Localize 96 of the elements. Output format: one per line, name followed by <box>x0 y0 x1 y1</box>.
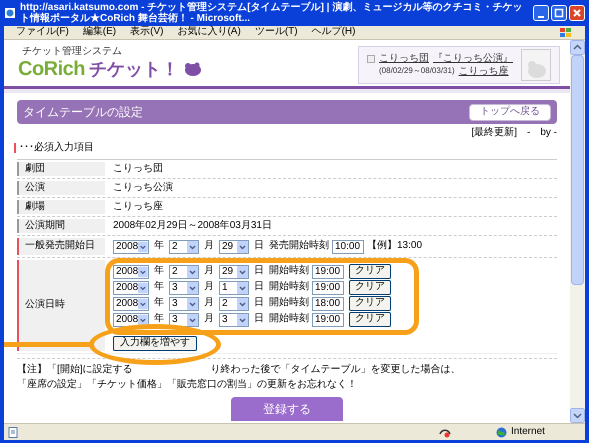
time-label: 開始時刻 <box>269 297 309 310</box>
year-select[interactable]: 2008 <box>113 296 149 310</box>
menu-item[interactable]: 編集(E) <box>82 26 116 39</box>
month-select[interactable]: 3 <box>169 296 199 310</box>
field-value: こりっち座 <box>112 200 164 214</box>
add-fields-button[interactable]: 入力欄を増やす <box>113 336 197 351</box>
time-input[interactable]: 19:00 <box>312 280 344 294</box>
unit-label: 月 <box>204 297 214 310</box>
clear-button[interactable]: クリア <box>349 296 391 311</box>
clear-button[interactable]: クリア <box>349 280 391 295</box>
venue-link[interactable]: こりっち座 <box>458 66 509 76</box>
month-select[interactable]: 2 <box>169 240 199 254</box>
field-value: こりっち公演 <box>112 180 174 195</box>
required-legend: ･･･必須入力項目 <box>19 142 94 154</box>
unit-label: 月 <box>204 240 214 253</box>
period-text: (08/02/29～08/03/31) <box>379 66 455 76</box>
maximize-button[interactable] <box>551 5 567 21</box>
year-select[interactable]: 2008 <box>113 264 149 278</box>
day-select[interactable]: 2 <box>219 296 249 310</box>
menu-item[interactable]: ツール(T) <box>254 26 298 39</box>
month-select[interactable]: 3 <box>169 312 199 326</box>
time-input[interactable]: 19:00 <box>312 312 344 326</box>
unit-label: 日 <box>254 240 264 253</box>
field-value: 2008年02月29日～2008年03月31日 <box>112 218 273 233</box>
last-updated-text: [最終更新] - by - <box>471 127 557 140</box>
field-label: 公演期間 <box>17 219 105 233</box>
time-input[interactable]: 10:00 <box>332 240 364 254</box>
time-label: 開始時刻 <box>269 313 309 326</box>
minimize-icon <box>538 16 544 18</box>
menu-item[interactable]: お気に入り(A) <box>177 26 241 39</box>
zone-text: Internet <box>511 426 546 438</box>
unit-label: 日 <box>254 265 264 278</box>
unit-label: 年 <box>154 297 164 310</box>
system-name: チケット管理システム <box>21 46 123 58</box>
unit-label: 年 <box>154 240 164 253</box>
time-input[interactable]: 18:00 <box>312 296 344 310</box>
image-placeholder-icon <box>367 54 375 62</box>
example-text: 【例】13:00 <box>367 240 422 253</box>
note-text: 【注】「[開始]に設定する <box>17 364 133 376</box>
time-label: 開始時刻 <box>269 281 309 294</box>
logo-text: CoRich <box>18 58 85 78</box>
back-to-top-button[interactable]: トップへ戻る <box>469 104 551 120</box>
scroll-up-icon <box>570 40 585 55</box>
scrollbar[interactable] <box>570 40 585 423</box>
year-select[interactable]: 2008 <box>113 312 149 326</box>
close-icon <box>571 7 583 19</box>
field-label: 一般発売開始日 <box>17 238 105 255</box>
menu-item[interactable]: 表示(V) <box>130 26 164 39</box>
clear-button[interactable]: クリア <box>349 312 391 327</box>
unit-label: 年 <box>154 265 164 278</box>
menu-item[interactable]: ファイル(F) <box>16 26 69 39</box>
field-value: こりっち団 <box>112 162 164 176</box>
field-label: 公演日時 <box>17 260 105 351</box>
maximize-icon <box>553 7 565 19</box>
month-select[interactable]: 3 <box>169 280 199 294</box>
day-select[interactable]: 29 <box>219 240 249 254</box>
unit-label: 月 <box>204 281 214 294</box>
note-text: り終わった後で「タイムテーブル」を変更した場合は、 <box>210 364 461 376</box>
unit-label: 日 <box>254 297 264 310</box>
field-label: 劇団 <box>17 162 105 176</box>
year-select[interactable]: 2008 <box>113 280 149 294</box>
troupe-link[interactable]: こりっち団 <box>379 54 429 64</box>
time-label: 発売開始時刻 <box>269 240 329 253</box>
thumbnail-image <box>521 49 551 81</box>
field-label: 公演 <box>17 181 105 195</box>
mascot-icon <box>183 60 203 76</box>
year-select[interactable]: 2008 <box>113 240 149 254</box>
scroll-down-icon <box>570 408 585 423</box>
unit-label: 年 <box>154 313 164 326</box>
clear-button[interactable]: クリア <box>349 264 391 279</box>
unit-label: 月 <box>204 265 214 278</box>
window-title: http://asari.katsumo.com - チケット管理システム[タイムテーブル] | 演劇、ミュージカル等のクチコミ・チケット情報ポータル★CoRich 舞台芸術！ - Microsoft... <box>20 2 524 24</box>
time-label: 開始時刻 <box>269 265 309 278</box>
field-label: 劇場 <box>17 200 105 214</box>
unit-label: 年 <box>154 281 164 294</box>
unit-label: 日 <box>254 313 264 326</box>
unit-label: 月 <box>204 313 214 326</box>
minimize-button[interactable] <box>533 5 549 21</box>
windows-logo-icon <box>559 26 573 38</box>
unit-label: 日 <box>254 281 264 294</box>
menu-item[interactable]: ヘルプ(H) <box>312 26 356 39</box>
time-input[interactable]: 19:00 <box>312 264 344 278</box>
page-icon <box>8 426 19 438</box>
note-text: 「座席の設定」「チケット価格」「販売窓口の割当」の更新をお忘れなく！ <box>17 378 357 391</box>
day-select[interactable]: 29 <box>219 264 249 278</box>
day-select[interactable]: 3 <box>219 312 249 326</box>
close-button[interactable] <box>569 5 585 21</box>
register-button[interactable]: 登録する <box>231 397 343 421</box>
browser-icon <box>4 7 16 19</box>
globe-icon <box>496 426 507 438</box>
page-title: タイムテーブルの設定 <box>23 104 143 120</box>
logo-text: チケット！ <box>89 60 179 78</box>
day-select[interactable]: 1 <box>219 280 249 294</box>
required-marker <box>14 142 16 153</box>
performance-link[interactable]: 『こりっち公演』 <box>433 54 513 64</box>
month-select[interactable]: 2 <box>169 264 199 278</box>
